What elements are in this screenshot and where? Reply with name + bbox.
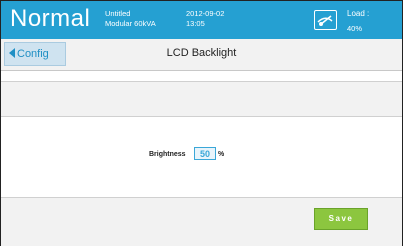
config-info: Untitled Modular 60kVA xyxy=(105,9,156,29)
brightness-input[interactable]: 50 xyxy=(194,147,216,160)
action-bar: Save xyxy=(1,197,402,246)
date-time: 2012-09-02 13:05 xyxy=(186,9,224,29)
brightness-unit: % xyxy=(218,151,225,158)
date: 2012-09-02 xyxy=(186,9,225,18)
brightness-label: Brightness xyxy=(149,151,186,158)
load-gauge-icon[interactable] xyxy=(314,10,337,30)
status-header: Normal Untitled Modular 60kVA 2012-09-02… xyxy=(1,1,402,39)
system-status: Normal xyxy=(10,5,91,32)
load-value: 40% xyxy=(347,24,363,33)
save-button[interactable]: Save xyxy=(314,208,368,230)
load-label: Load : xyxy=(347,9,370,18)
page-title: LCD Backlight xyxy=(166,47,237,59)
load-info: Load : 40% xyxy=(347,6,369,36)
time: 13:05 xyxy=(186,19,205,28)
section-band xyxy=(1,81,402,117)
model-name: Modular 60kVA xyxy=(105,19,156,28)
nav-bar: Config LCD Backlight xyxy=(1,39,402,71)
screen-frame: Normal Untitled Modular 60kVA 2012-09-02… xyxy=(0,0,403,246)
config-name: Untitled xyxy=(105,9,131,18)
